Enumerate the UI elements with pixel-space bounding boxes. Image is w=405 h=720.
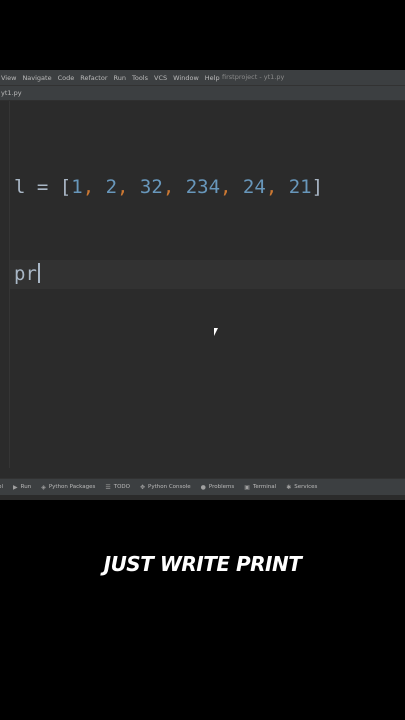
todo-icon: ☰ <box>105 483 111 491</box>
tool-label: Run <box>20 484 32 490</box>
video-caption: JUST WRITE PRINT <box>103 552 302 576</box>
menu-vcs[interactable]: VCS <box>151 74 170 82</box>
tool-python-packages[interactable]: ◈ Python Packages <box>41 484 95 491</box>
text-caret <box>37 263 40 283</box>
code-number: 32 <box>139 176 163 198</box>
tool-services[interactable]: ✱ Services <box>286 484 317 491</box>
tool-python-console[interactable]: ✥ Python Console <box>140 484 191 491</box>
ide-window: View Navigate Code Refactor Run Tools VC… <box>0 70 405 500</box>
tool-run[interactable]: ▶ Run <box>13 484 31 491</box>
menu-navigate[interactable]: Navigate <box>19 74 54 82</box>
code-var: l <box>14 176 26 198</box>
code-bracket-open: [ <box>59 176 72 198</box>
code-comma: , <box>82 176 106 198</box>
code-number: 1 <box>71 176 83 198</box>
menu-view[interactable]: View <box>0 74 19 82</box>
tool-label: Problems <box>208 484 235 490</box>
tool-todo[interactable]: ☰ TODO <box>105 484 130 491</box>
tool-version-control[interactable]: rol <box>0 484 3 490</box>
menu-window[interactable]: Window <box>170 74 202 82</box>
code-line-1: l = [1, 2, 32, 234, 24, 21] <box>14 173 405 202</box>
mouse-pointer-icon <box>214 328 218 336</box>
code-number: 2 <box>105 176 118 198</box>
bottom-tool-window-bar: rol ▶Run ◈Python Packages ☰TODO ✥Python … <box>0 478 405 495</box>
code-comma: , <box>265 176 289 198</box>
code-comma: , <box>220 176 243 198</box>
run-icon: ▶ <box>13 483 18 491</box>
code-number: 21 <box>288 176 312 198</box>
code-typed-text: pr <box>14 263 37 285</box>
code-number: 24 <box>242 176 266 198</box>
menu-bar: View Navigate Code Refactor Run Tools VC… <box>0 70 405 85</box>
tool-label: Python Packages <box>48 484 96 490</box>
tool-problems[interactable]: ● Problems <box>201 484 235 491</box>
tool-label: rol <box>0 484 4 490</box>
code-editor[interactable]: l = [1, 2, 32, 234, 24, 21] pr <box>0 101 405 468</box>
tool-label: TODO <box>113 484 130 490</box>
code-line-2: pr <box>10 260 405 289</box>
code-number: 234 <box>185 176 221 198</box>
code-operator: = <box>25 176 60 198</box>
menu-refactor[interactable]: Refactor <box>77 74 110 82</box>
menu-run[interactable]: Run <box>111 74 129 82</box>
editor-tab-bar: yt1.py <box>0 85 405 101</box>
window-title: firstproject - yt1.py <box>222 73 285 81</box>
tool-terminal[interactable]: ▣ Terminal <box>244 484 276 491</box>
tool-label: Python Console <box>148 484 191 490</box>
menu-tools[interactable]: Tools <box>129 74 151 82</box>
services-icon: ✱ <box>286 483 292 491</box>
code-bracket-close: ] <box>311 176 324 198</box>
tool-label: Terminal <box>252 484 277 490</box>
code-comma: , <box>117 176 140 198</box>
menu-code[interactable]: Code <box>55 74 78 82</box>
console-icon: ✥ <box>139 483 146 491</box>
editor-tab-yt1[interactable]: yt1.py <box>0 89 25 97</box>
terminal-icon: ▣ <box>244 483 250 491</box>
code-area[interactable]: l = [1, 2, 32, 234, 24, 21] pr <box>10 115 405 347</box>
menu-help[interactable]: Help <box>202 74 223 82</box>
packages-icon: ◈ <box>41 483 46 491</box>
problems-icon: ● <box>200 483 206 491</box>
code-comma: , <box>162 176 186 198</box>
tool-label: Services <box>294 484 318 490</box>
